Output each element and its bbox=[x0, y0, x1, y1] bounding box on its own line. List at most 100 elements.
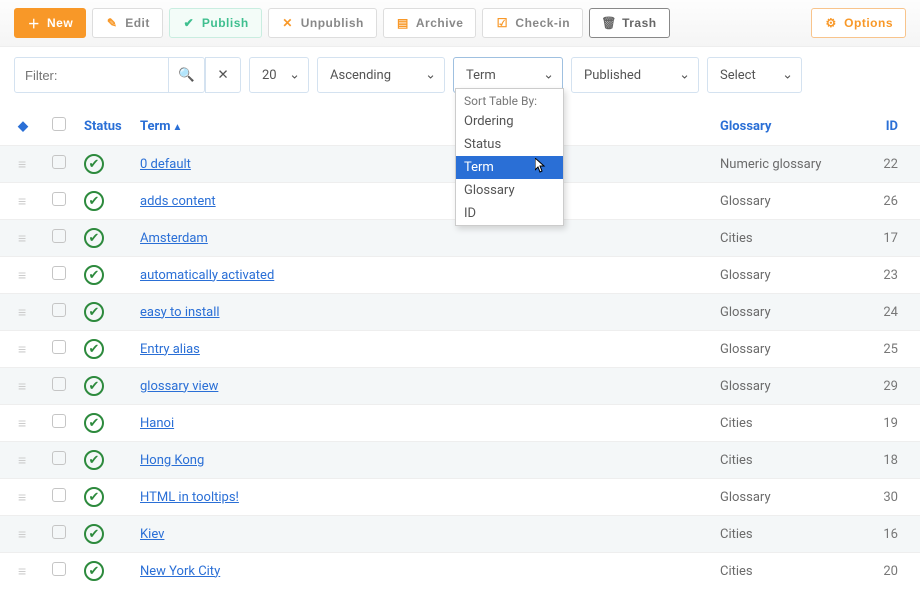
status-published-icon[interactable]: ✔ bbox=[84, 450, 104, 470]
drag-handle-icon[interactable]: ≡ bbox=[18, 490, 26, 506]
status-published-icon[interactable]: ✔ bbox=[84, 191, 104, 211]
id-cell: 20 bbox=[872, 553, 920, 589]
dropdown-header: Sort Table By: bbox=[456, 89, 563, 110]
id-cell: 29 bbox=[872, 368, 920, 405]
state-filter-select[interactable]: Published⌄ bbox=[571, 57, 699, 93]
glossary-cell: Cities bbox=[712, 516, 872, 553]
drag-handle-icon[interactable]: ≡ bbox=[18, 342, 26, 358]
glossary-cell: Cities bbox=[712, 220, 872, 257]
term-link[interactable]: easy to install bbox=[140, 305, 220, 320]
drag-handle-icon[interactable]: ≡ bbox=[18, 157, 26, 173]
glossary-cell: Glossary bbox=[712, 257, 872, 294]
drag-handle-icon[interactable]: ≡ bbox=[18, 305, 26, 321]
term-link[interactable]: Entry alias bbox=[140, 342, 200, 357]
dropdown-option[interactable]: Glossary bbox=[456, 179, 563, 202]
id-cell: 23 bbox=[872, 257, 920, 294]
checkbox-icon: ☑ bbox=[495, 16, 509, 30]
publish-button[interactable]: ✔Publish bbox=[169, 8, 262, 38]
row-checkbox[interactable] bbox=[52, 340, 66, 354]
drag-handle-icon[interactable]: ≡ bbox=[18, 231, 26, 247]
term-link[interactable]: Kiev bbox=[140, 527, 164, 542]
dropdown-option[interactable]: Term bbox=[456, 156, 563, 179]
status-published-icon[interactable]: ✔ bbox=[84, 154, 104, 174]
glossary-filter-select[interactable]: Select⌄ bbox=[707, 57, 802, 93]
table-row: ≡✔Hong KongCities18 bbox=[0, 442, 920, 479]
table-row: ≡ ✔ automatically activated Glossary23 bbox=[0, 257, 920, 294]
page-size-select[interactable]: 20⌄ bbox=[249, 57, 309, 93]
status-published-icon[interactable]: ✔ bbox=[84, 524, 104, 544]
table-row: ≡✔New York CityCities20 bbox=[0, 553, 920, 589]
checkin-button[interactable]: ☑Check-in bbox=[482, 8, 583, 38]
column-term[interactable]: Term▲ bbox=[132, 107, 712, 146]
row-checkbox[interactable] bbox=[52, 192, 66, 206]
column-status[interactable]: Status bbox=[76, 107, 132, 146]
drag-handle-icon[interactable]: ≡ bbox=[18, 268, 26, 284]
search-icon: 🔍 bbox=[178, 67, 195, 83]
pencil-icon: ✎ bbox=[105, 16, 119, 30]
row-checkbox[interactable] bbox=[52, 562, 66, 576]
status-published-icon[interactable]: ✔ bbox=[84, 302, 104, 322]
unpublish-button[interactable]: ✕Unpublish bbox=[268, 8, 377, 38]
id-cell: 17 bbox=[872, 220, 920, 257]
status-published-icon[interactable]: ✔ bbox=[84, 339, 104, 359]
drag-handle-icon[interactable]: ≡ bbox=[18, 527, 26, 543]
column-select-all[interactable] bbox=[44, 107, 76, 146]
term-link[interactable]: 0 default bbox=[140, 157, 191, 172]
id-cell: 26 bbox=[872, 183, 920, 220]
dropdown-option[interactable]: ID bbox=[456, 202, 563, 225]
chevron-down-icon: ⌄ bbox=[782, 68, 793, 83]
column-id[interactable]: ID bbox=[872, 107, 920, 146]
status-published-icon[interactable]: ✔ bbox=[84, 228, 104, 248]
drag-handle-icon[interactable]: ≡ bbox=[18, 194, 26, 210]
dropdown-option[interactable]: Status bbox=[456, 133, 563, 156]
status-published-icon[interactable]: ✔ bbox=[84, 376, 104, 396]
row-checkbox[interactable] bbox=[52, 488, 66, 502]
row-checkbox[interactable] bbox=[52, 377, 66, 391]
filter-input[interactable] bbox=[14, 57, 169, 93]
status-published-icon[interactable]: ✔ bbox=[84, 487, 104, 507]
term-link[interactable]: Hong Kong bbox=[140, 453, 204, 468]
term-link[interactable]: adds content bbox=[140, 194, 216, 209]
archive-icon: ▤ bbox=[396, 16, 410, 30]
drag-handle-icon[interactable]: ≡ bbox=[18, 564, 26, 580]
row-checkbox[interactable] bbox=[52, 451, 66, 465]
chevron-down-icon: ⌄ bbox=[425, 68, 436, 83]
term-link[interactable]: glossary view bbox=[140, 379, 218, 394]
id-cell: 22 bbox=[872, 146, 920, 183]
options-button[interactable]: ⚙Options bbox=[811, 8, 906, 38]
term-link[interactable]: New York City bbox=[140, 564, 220, 579]
column-glossary[interactable]: Glossary bbox=[712, 107, 872, 146]
table-row: ≡✔HTML in tooltips!Glossary30 bbox=[0, 479, 920, 516]
edit-button[interactable]: ✎Edit bbox=[92, 8, 163, 38]
term-link[interactable]: Hanoi bbox=[140, 416, 174, 431]
drag-handle-icon[interactable]: ≡ bbox=[18, 453, 26, 469]
column-sort[interactable]: ◆ bbox=[0, 107, 44, 146]
row-checkbox[interactable] bbox=[52, 155, 66, 169]
row-checkbox[interactable] bbox=[52, 303, 66, 317]
drag-handle-icon[interactable]: ≡ bbox=[18, 416, 26, 432]
term-link[interactable]: Amsterdam bbox=[140, 231, 208, 246]
search-button[interactable]: 🔍 bbox=[169, 57, 205, 93]
trash-button[interactable]: 🗑Trash bbox=[589, 8, 670, 38]
drag-handle-icon[interactable]: ≡ bbox=[18, 379, 26, 395]
archive-button[interactable]: ▤Archive bbox=[383, 8, 477, 38]
status-published-icon[interactable]: ✔ bbox=[84, 561, 104, 581]
row-checkbox[interactable] bbox=[52, 414, 66, 428]
term-link[interactable]: automatically activated bbox=[140, 268, 274, 283]
check-icon: ✔ bbox=[182, 16, 196, 30]
dropdown-option[interactable]: Ordering bbox=[456, 110, 563, 133]
status-published-icon[interactable]: ✔ bbox=[84, 413, 104, 433]
row-checkbox[interactable] bbox=[52, 525, 66, 539]
status-published-icon[interactable]: ✔ bbox=[84, 265, 104, 285]
id-cell: 16 bbox=[872, 516, 920, 553]
id-cell: 24 bbox=[872, 294, 920, 331]
term-link[interactable]: HTML in tooltips! bbox=[140, 490, 239, 505]
glossary-cell: Numeric glossary bbox=[712, 146, 872, 183]
clear-filter-button[interactable]: ✕ bbox=[205, 57, 241, 93]
new-button[interactable]: ＋New bbox=[14, 8, 86, 38]
chevron-down-icon: ⌄ bbox=[543, 68, 554, 83]
cursor-icon bbox=[535, 158, 547, 172]
row-checkbox[interactable] bbox=[52, 266, 66, 280]
sort-direction-select[interactable]: Ascending⌄ bbox=[317, 57, 445, 93]
row-checkbox[interactable] bbox=[52, 229, 66, 243]
